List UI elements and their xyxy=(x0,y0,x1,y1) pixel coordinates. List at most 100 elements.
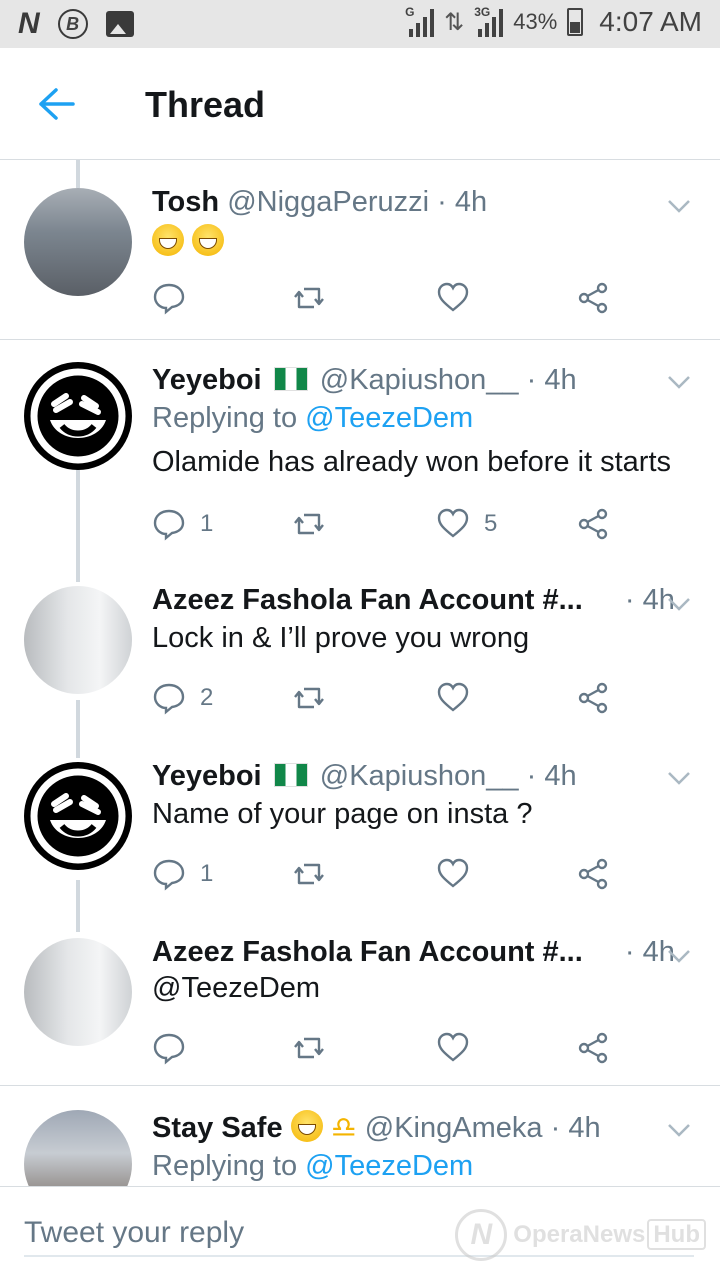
heart-icon xyxy=(437,282,469,312)
display-name[interactable]: Yeyeboi xyxy=(152,364,262,396)
nigeria-flag-icon xyxy=(273,367,308,391)
mention-link[interactable]: @TeezeDem xyxy=(152,972,320,1005)
tweet-item[interactable]: Yeyeboi @Kapiushon__ · 4h Name of your p… xyxy=(0,756,720,932)
display-name[interactable]: Stay Safe xyxy=(152,1112,283,1144)
reply-icon xyxy=(153,283,185,315)
mention-link[interactable]: @TeezeDem xyxy=(305,402,473,434)
like-button[interactable] xyxy=(436,1028,484,1068)
share-button[interactable] xyxy=(576,678,610,718)
tweet-text: Lock in & I’ll prove you wrong xyxy=(152,622,530,654)
user-handle[interactable]: @Kapiushon__ xyxy=(320,364,519,396)
avatar[interactable] xyxy=(24,586,132,694)
reply-count: 2 xyxy=(200,684,214,711)
user-handle[interactable]: @KingAmeka xyxy=(365,1112,543,1144)
avatar[interactable] xyxy=(24,188,132,296)
tweet-header: Azeez Fashola Fan Account #... · 4h xyxy=(152,932,675,972)
retweet-button[interactable] xyxy=(292,854,326,894)
chevron-down-icon[interactable] xyxy=(666,590,692,616)
like-button[interactable]: 5 xyxy=(436,504,497,544)
display-name[interactable]: Yeyeboi xyxy=(152,760,262,792)
separator-dot: · xyxy=(437,186,447,218)
chevron-down-icon[interactable] xyxy=(666,942,692,968)
operanews-logo-icon: N xyxy=(455,1209,508,1261)
user-handle[interactable]: @Kapiushon__ xyxy=(320,760,519,792)
gallery-icon xyxy=(105,11,134,37)
avatar[interactable] xyxy=(24,938,132,1046)
tweet-header: Stay Safe ♎ @KingAmeka · 4h xyxy=(152,1108,601,1148)
retweet-button[interactable] xyxy=(292,1028,326,1068)
tweet-item[interactable]: Azeez Fashola Fan Account #... · 4h @Tee… xyxy=(0,932,720,1086)
reply-button[interactable] xyxy=(152,1028,200,1068)
tweet-actions xyxy=(152,1028,622,1068)
app-bar: Thread xyxy=(0,48,720,160)
nigeria-flag-icon xyxy=(273,763,308,787)
signal-icon: G xyxy=(405,5,435,37)
retweet-icon xyxy=(294,513,324,535)
status-left-icons: N B xyxy=(18,8,134,40)
display-name[interactable]: Azeez Fashola Fan Account #... xyxy=(152,936,583,968)
tweet-item[interactable]: Stay Safe ♎ @KingAmeka · 4h Replying to … xyxy=(0,1086,720,1186)
avatar[interactable] xyxy=(24,1110,132,1186)
tweet-header: Yeyeboi @Kapiushon__ · 4h xyxy=(152,756,577,796)
reply-button[interactable] xyxy=(152,278,200,318)
share-button[interactable] xyxy=(576,504,610,544)
chevron-down-icon[interactable] xyxy=(666,1116,692,1142)
back-arrow-icon[interactable] xyxy=(36,86,76,122)
reply-icon xyxy=(153,1033,185,1065)
reply-button[interactable]: 1 xyxy=(152,504,213,544)
retweet-icon xyxy=(294,863,324,885)
separator-dot: · xyxy=(624,936,635,968)
chevron-down-icon[interactable] xyxy=(666,192,692,218)
retweet-icon xyxy=(294,687,324,709)
n-app-icon: N xyxy=(18,7,40,40)
reply-icon xyxy=(153,509,185,541)
retweet-button[interactable] xyxy=(292,678,326,718)
grinning-emoji-icon xyxy=(152,224,184,256)
thread-list[interactable]: Tosh @NiggaPeruzzi · 4h Yeyeboi @Kapiush… xyxy=(0,160,720,1186)
user-handle[interactable]: @NiggaPeruzzi xyxy=(227,186,429,218)
replying-label: Replying to xyxy=(152,402,298,434)
avatar[interactable] xyxy=(24,362,132,470)
share-icon xyxy=(578,1032,608,1064)
like-button[interactable] xyxy=(436,678,484,718)
replying-to-line: Replying to @TeezeDem xyxy=(152,402,473,435)
heart-icon xyxy=(437,682,469,712)
b-app-icon: B xyxy=(57,9,88,39)
libra-icon: ♎ xyxy=(330,1112,357,1144)
tweet-header: Yeyeboi @Kapiushon__ · 4h xyxy=(152,360,577,400)
mention-link[interactable]: @TeezeDem xyxy=(305,1150,473,1182)
retweet-icon xyxy=(294,287,324,309)
reply-button[interactable]: 1 xyxy=(152,854,213,894)
timestamp: 4h xyxy=(454,186,488,218)
share-button[interactable] xyxy=(576,1028,610,1068)
timestamp: 4h xyxy=(544,760,577,792)
share-button[interactable] xyxy=(576,854,610,894)
tweet-actions: 1 xyxy=(152,854,622,894)
like-button[interactable] xyxy=(436,854,484,894)
like-button[interactable] xyxy=(436,278,484,318)
tweet-item[interactable]: Yeyeboi @Kapiushon__ · 4h Replying to @T… xyxy=(0,340,720,580)
tweet-text xyxy=(152,224,225,259)
share-button[interactable] xyxy=(576,278,610,318)
reply-button[interactable]: 2 xyxy=(152,678,213,718)
display-name[interactable]: Azeez Fashola Fan Account #... xyxy=(152,584,583,616)
reply-icon xyxy=(153,683,185,715)
status-time: 4:07 AM xyxy=(599,6,702,37)
tweet-item[interactable]: Azeez Fashola Fan Account #... · 4h Lock… xyxy=(0,580,720,756)
tweet-actions: 2 xyxy=(152,678,622,718)
retweet-button[interactable] xyxy=(292,278,326,318)
watermark-hub: Hub xyxy=(647,1219,706,1250)
reply-bar: N OperaNewsHub xyxy=(0,1186,720,1280)
tweet-item[interactable]: Tosh @NiggaPeruzzi · 4h xyxy=(0,160,720,340)
tweet-actions xyxy=(152,278,622,318)
tweet-actions: 1 5 xyxy=(152,504,622,544)
share-icon xyxy=(578,682,608,714)
chevron-down-icon[interactable] xyxy=(666,764,692,790)
retweet-button[interactable] xyxy=(292,504,326,544)
display-name[interactable]: Tosh xyxy=(152,186,219,218)
chevron-down-icon[interactable] xyxy=(666,368,692,394)
avatar[interactable] xyxy=(24,762,132,870)
tweet-text: Name of your page on insta ? xyxy=(152,798,533,830)
reply-count: 1 xyxy=(200,860,214,887)
replying-label: Replying to xyxy=(152,1150,298,1182)
